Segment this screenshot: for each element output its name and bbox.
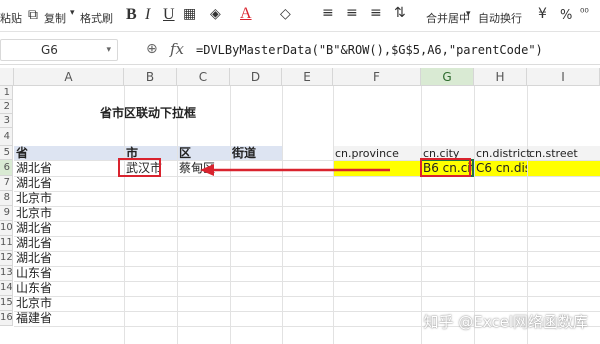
- annotation-arrow: [200, 164, 390, 176]
- watermark: 知乎 @Excel网络函数库: [423, 313, 588, 331]
- spreadsheet-window: 粘贴 ⧉ 复制 ▾ 格式刷 B I U ▦ ◈ A ◇ ≡ ≡ ≡ ⇅ 合并居中…: [0, 0, 600, 344]
